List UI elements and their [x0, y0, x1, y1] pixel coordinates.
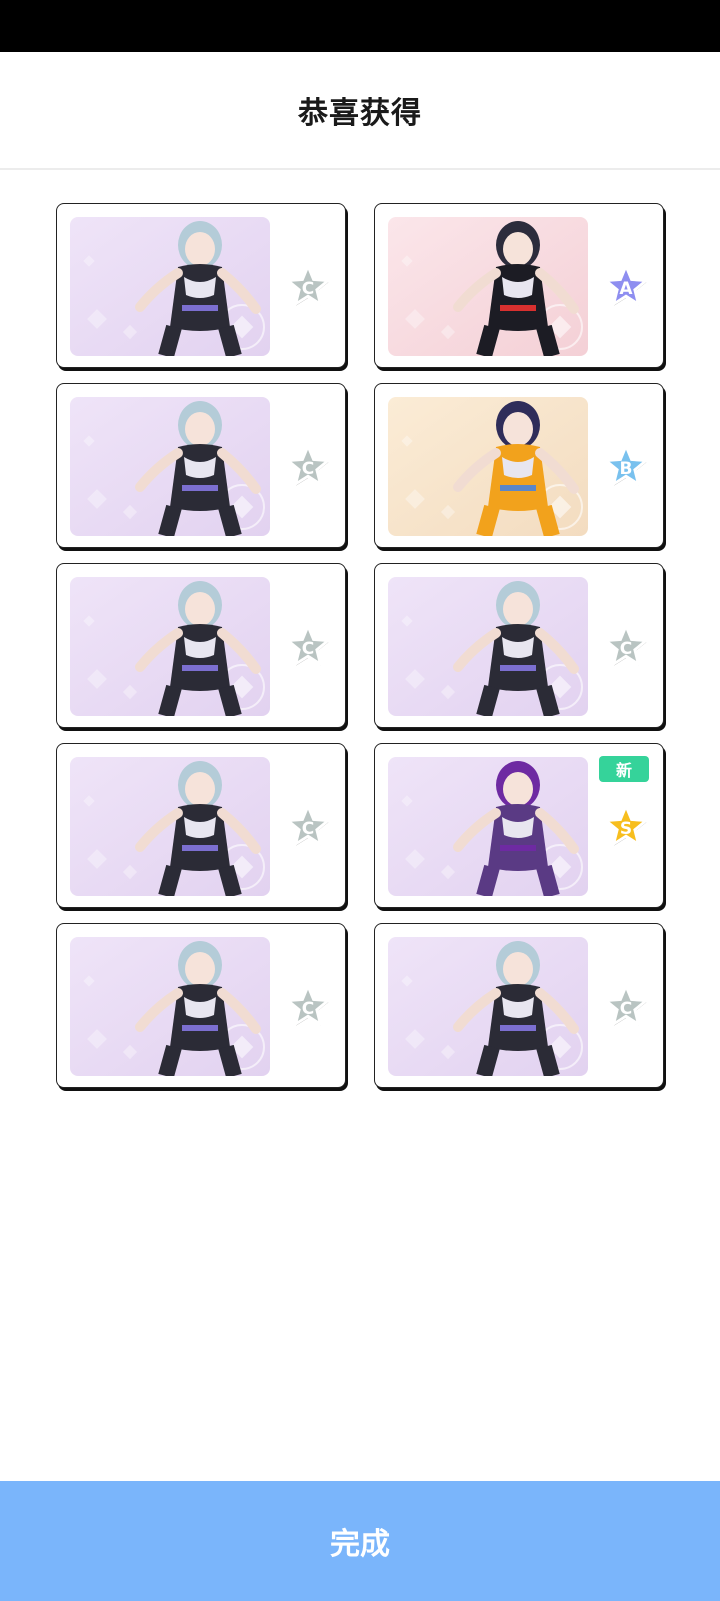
rank-star-icon: C: [285, 444, 331, 490]
reward-card[interactable]: A: [374, 203, 664, 368]
rank-letter: C: [301, 278, 315, 299]
character-thumbnail: [70, 577, 270, 716]
rank-star-icon: A: [603, 264, 649, 310]
rank-letter: B: [619, 458, 633, 479]
rank-letter: C: [619, 638, 633, 659]
character-thumbnail: [388, 757, 588, 896]
rank-letter: C: [301, 818, 315, 839]
rank-star-icon: C: [603, 984, 649, 1030]
reward-card[interactable]: C: [56, 563, 346, 728]
rank-letter: C: [301, 638, 315, 659]
reward-card[interactable]: C: [374, 923, 664, 1088]
reward-card[interactable]: C: [374, 563, 664, 728]
character-thumbnail: [388, 217, 588, 356]
rank-star-icon: C: [285, 804, 331, 850]
reward-grid: CACBCCCS新CC: [56, 203, 664, 1088]
rank-star-icon: C: [285, 264, 331, 310]
character-thumbnail: [70, 217, 270, 356]
character-thumbnail: [70, 757, 270, 896]
rank-letter: C: [301, 458, 315, 479]
rank-letter: A: [619, 278, 633, 299]
reward-card[interactable]: C: [56, 923, 346, 1088]
character-thumbnail: [388, 937, 588, 1076]
rank-letter: C: [301, 998, 315, 1019]
character-thumbnail: [388, 397, 588, 536]
character-thumbnail: [70, 937, 270, 1076]
done-button[interactable]: 完成: [0, 1481, 720, 1601]
reward-card[interactable]: C: [56, 383, 346, 548]
character-thumbnail: [388, 577, 588, 716]
status-bar: [0, 0, 720, 52]
rank-star-icon: C: [603, 624, 649, 670]
rank-star-icon: S: [603, 804, 649, 850]
rank-letter: C: [619, 998, 633, 1019]
rank-star-icon: B: [603, 444, 649, 490]
character-thumbnail: [70, 397, 270, 536]
new-badge: 新: [599, 756, 649, 782]
page-title: 恭喜获得: [298, 96, 422, 131]
rank-letter: S: [619, 818, 633, 839]
header: 恭喜获得: [0, 52, 720, 170]
rank-star-icon: C: [285, 624, 331, 670]
reward-card[interactable]: C: [56, 743, 346, 908]
reward-card[interactable]: B: [374, 383, 664, 548]
reward-card[interactable]: S新: [374, 743, 664, 908]
rank-star-icon: C: [285, 984, 331, 1030]
reward-card[interactable]: C: [56, 203, 346, 368]
